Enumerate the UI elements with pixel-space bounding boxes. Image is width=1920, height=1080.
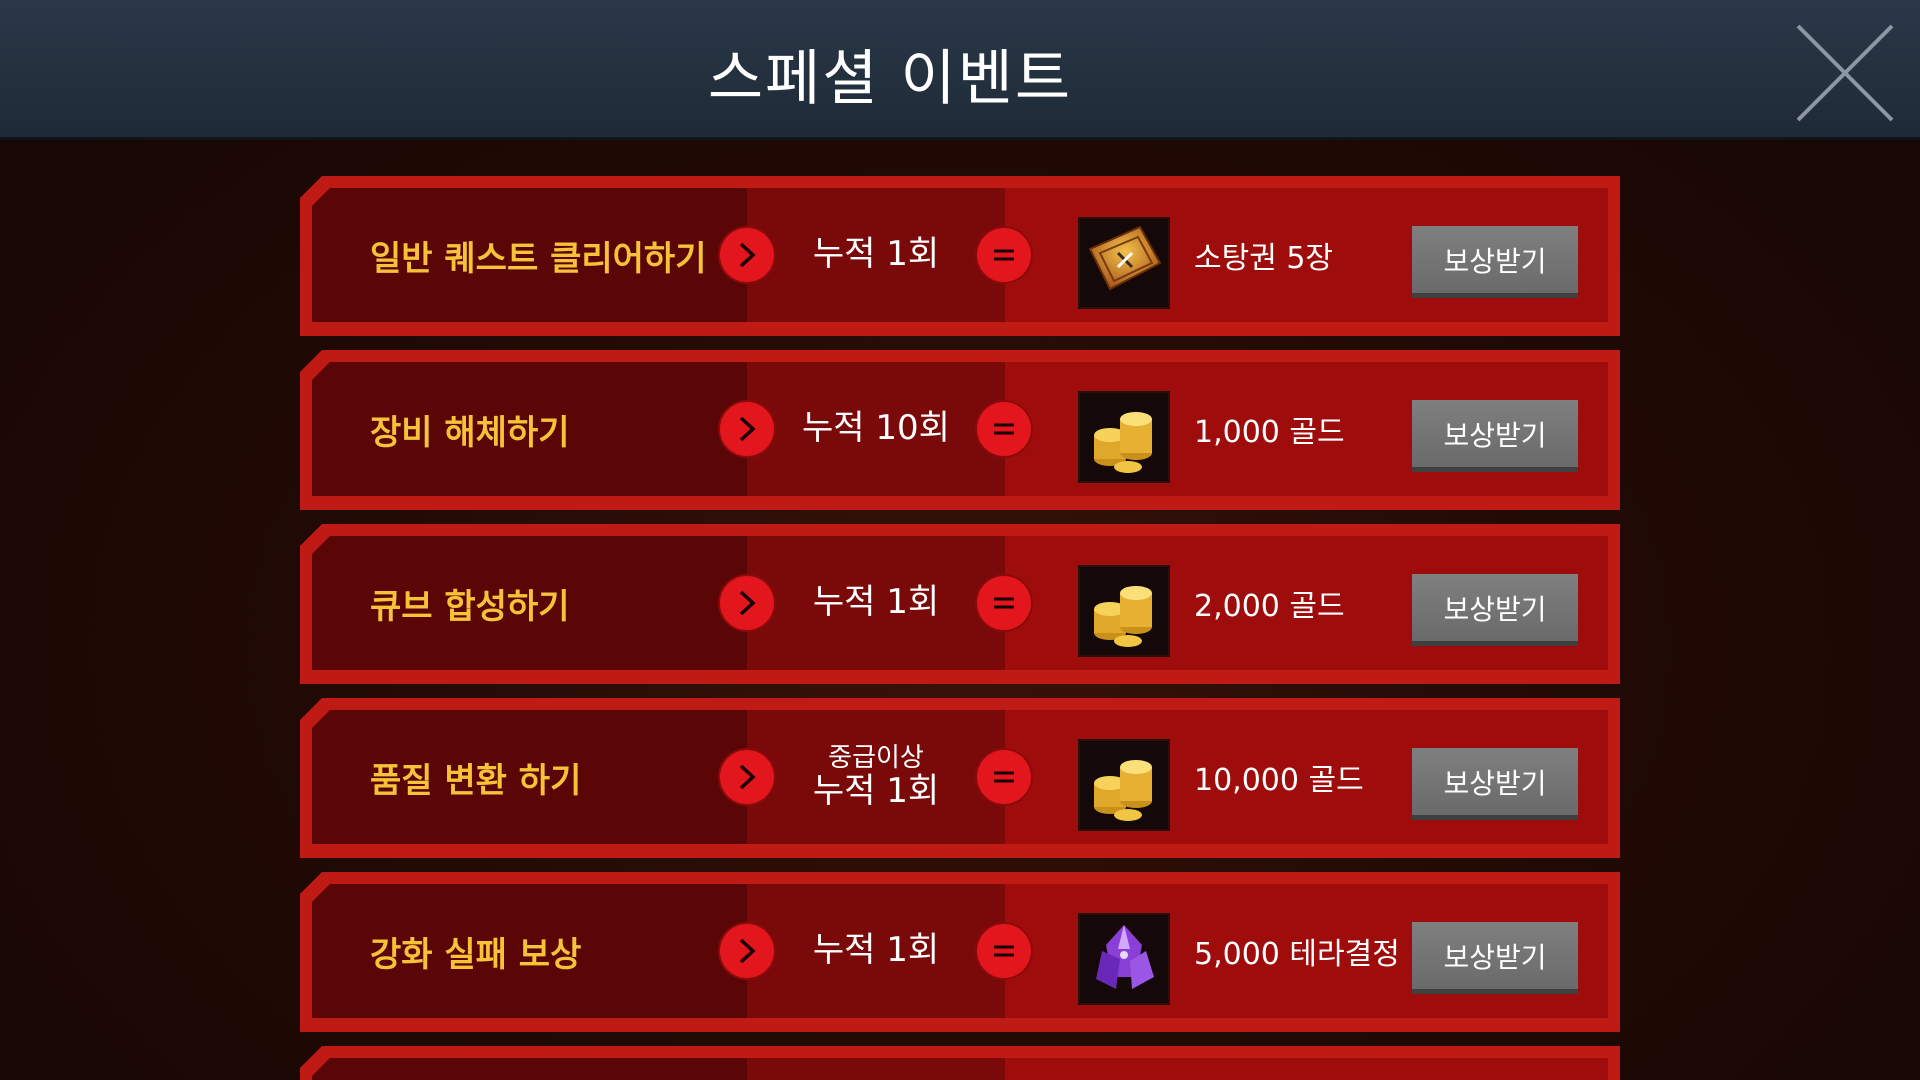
reward-label: 2,000 골드 — [1194, 589, 1345, 624]
equals-icon — [977, 924, 1031, 978]
header-bar: 스페셜 이벤트 — [0, 0, 1920, 140]
event-row: 강화 실패 보상 누적 1회 5,000 테라결정 보상받기 — [300, 872, 1620, 1032]
task-label: 일반 퀘스트 클리어하기 — [370, 238, 707, 279]
event-row-panel — [312, 1058, 1608, 1080]
equals-icon — [977, 576, 1031, 630]
event-list: 일반 퀘스트 클리어하기 누적 1회 소탕권 5장 보상받기 장비 해체하기 누… — [300, 176, 1620, 1080]
purple-crystal-icon — [1078, 913, 1170, 1005]
task-label: 강화 실패 보상 — [370, 934, 582, 975]
task-segment — [312, 1058, 747, 1080]
claim-reward-button[interactable]: 보상받기 — [1412, 574, 1578, 646]
condition: 누적 1회 — [747, 188, 1005, 322]
reward-label: 10,000 골드 — [1194, 763, 1364, 798]
claim-reward-button[interactable]: 보상받기 — [1412, 748, 1578, 820]
condition-count: 누적 1회 — [812, 770, 940, 811]
gold-coins-icon — [1078, 565, 1170, 657]
equals-icon — [977, 750, 1031, 804]
event-row-panel: 강화 실패 보상 누적 1회 5,000 테라결정 보상받기 — [312, 884, 1608, 1018]
condition: 중급이상 누적 1회 — [747, 710, 1005, 844]
close-icon[interactable] — [1792, 20, 1898, 126]
task-label: 품질 변환 하기 — [370, 760, 582, 801]
condition-grade: 중급이상 — [828, 743, 924, 773]
claim-reward-button[interactable]: 보상받기 — [1412, 922, 1578, 994]
event-row-partial — [300, 1046, 1620, 1080]
condition-count: 누적 1회 — [812, 234, 940, 275]
equals-icon — [977, 402, 1031, 456]
event-row: 일반 퀘스트 클리어하기 누적 1회 소탕권 5장 보상받기 — [300, 176, 1620, 336]
event-row-panel: 큐브 합성하기 누적 1회 2,000 골드 보상받기 — [312, 536, 1608, 670]
reward-label: 1,000 골드 — [1194, 415, 1345, 450]
task-label: 큐브 합성하기 — [370, 586, 570, 627]
condition: 누적 1회 — [747, 884, 1005, 1018]
gold-coins-icon — [1078, 391, 1170, 483]
condition-count: 누적 1회 — [812, 930, 940, 971]
ticket-icon — [1078, 217, 1170, 309]
equals-icon — [977, 228, 1031, 282]
task-label: 장비 해체하기 — [370, 412, 570, 453]
event-row: 장비 해체하기 누적 10회 1,000 골드 보상받기 — [300, 350, 1620, 510]
claim-reward-button[interactable]: 보상받기 — [1412, 226, 1578, 298]
reward-label: 5,000 테라결정 — [1194, 937, 1400, 972]
event-row-panel: 품질 변환 하기 중급이상 누적 1회 10,000 골드 보상받기 — [312, 710, 1608, 844]
page-title: 스페셜 이벤트 — [707, 44, 1073, 114]
claim-reward-button[interactable]: 보상받기 — [1412, 400, 1578, 472]
condition: 누적 10회 — [747, 362, 1005, 496]
event-row: 품질 변환 하기 중급이상 누적 1회 10,000 골드 보상받기 — [300, 698, 1620, 858]
event-row-panel: 일반 퀘스트 클리어하기 누적 1회 소탕권 5장 보상받기 — [312, 188, 1608, 322]
event-row: 큐브 합성하기 누적 1회 2,000 골드 보상받기 — [300, 524, 1620, 684]
condition: 누적 1회 — [747, 536, 1005, 670]
condition-count: 누적 10회 — [802, 408, 950, 449]
gold-coins-icon — [1078, 739, 1170, 831]
condition-segment — [747, 1058, 1005, 1080]
reward-label: 소탕권 5장 — [1194, 241, 1334, 276]
condition-count: 누적 1회 — [812, 582, 940, 623]
event-row-panel: 장비 해체하기 누적 10회 1,000 골드 보상받기 — [312, 362, 1608, 496]
